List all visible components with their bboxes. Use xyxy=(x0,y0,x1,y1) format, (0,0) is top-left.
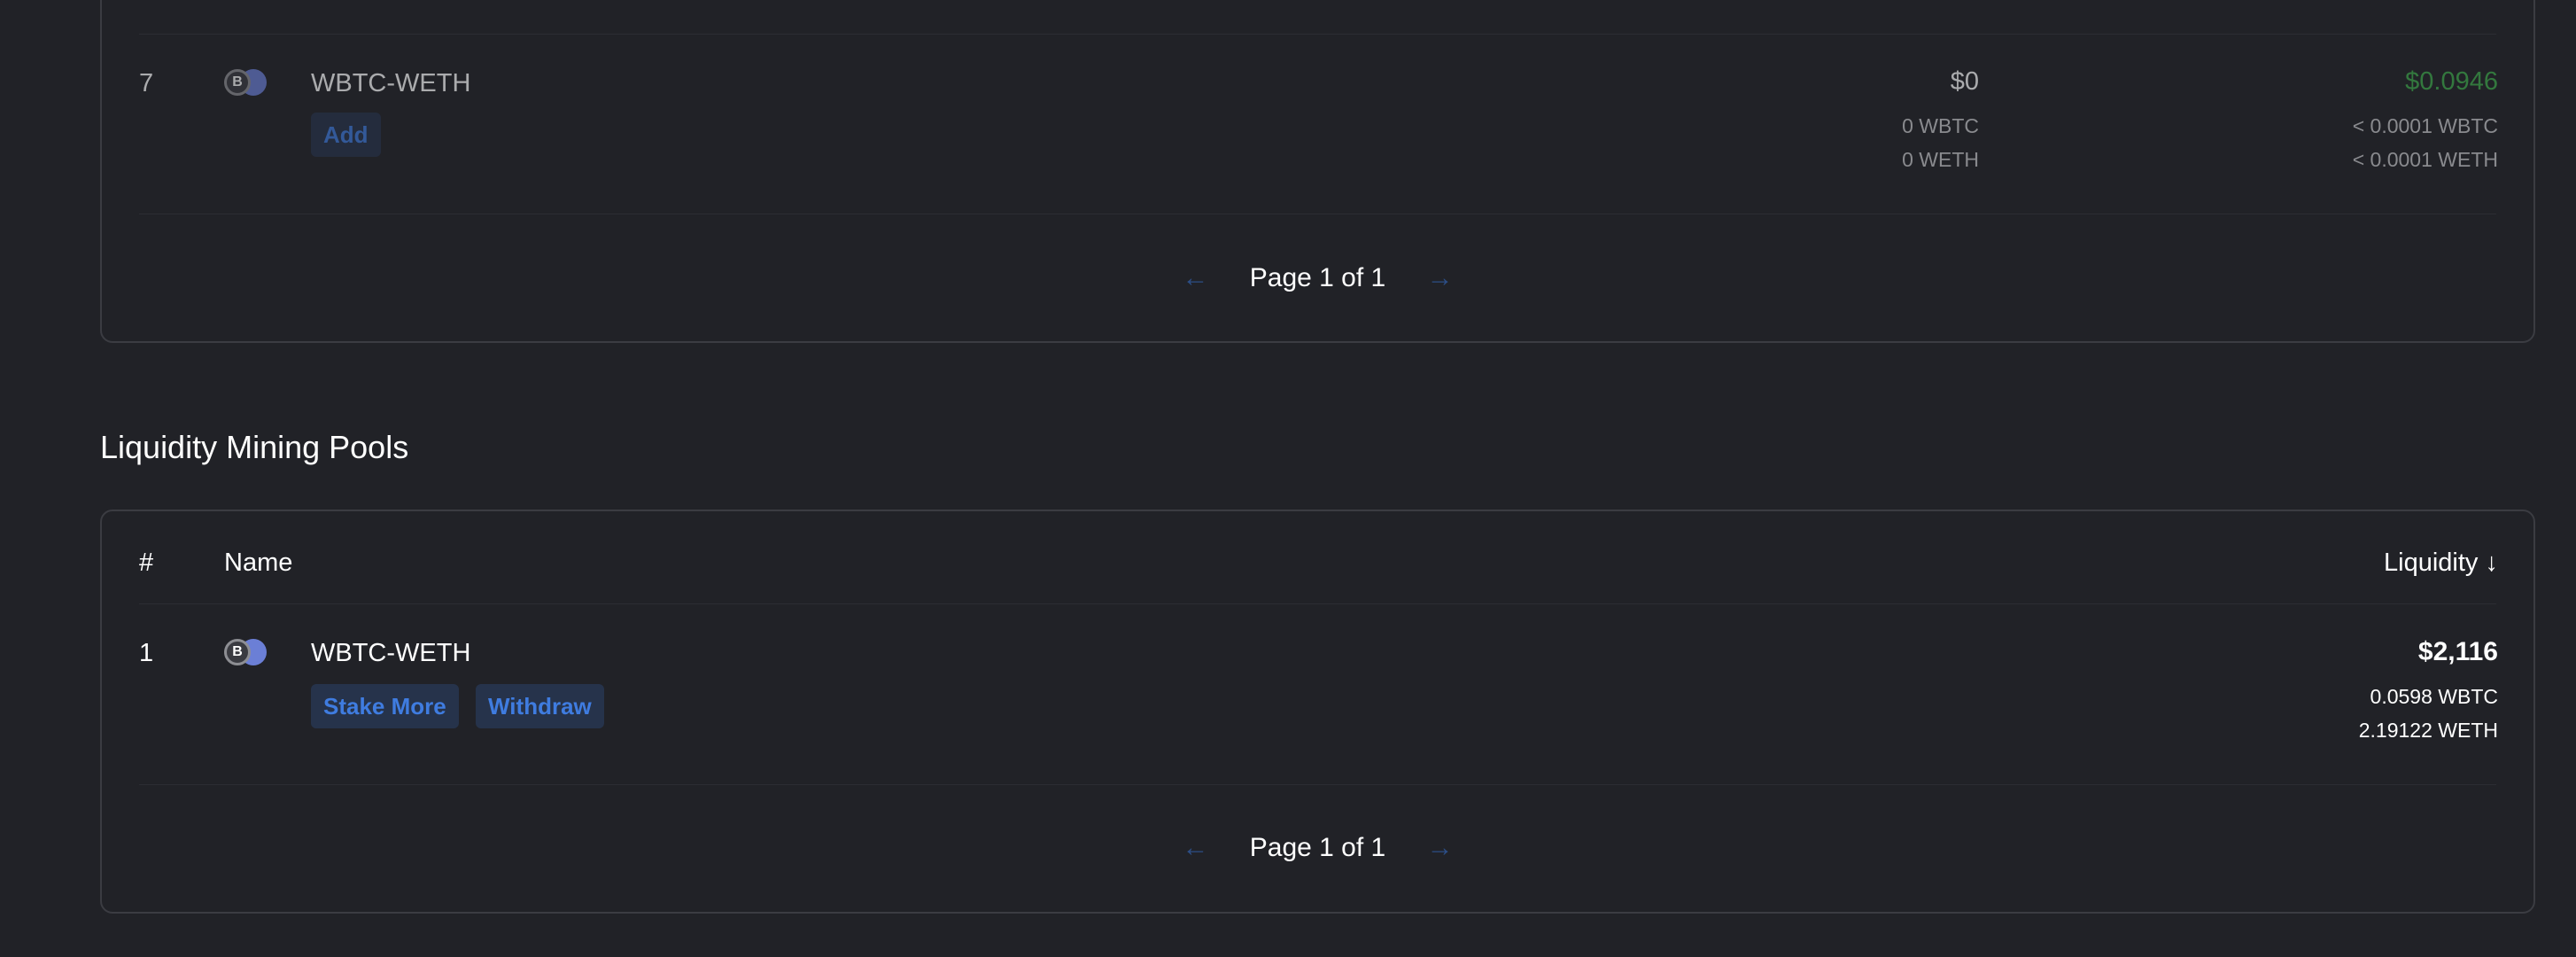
liquidity-column: $2,116 0.0598 WBTC 2.19122 WETH xyxy=(2359,637,2498,743)
wbtc-coin-icon: B xyxy=(224,69,251,96)
pools-table-card: 7 B WBTC-WETH Add $0 0 WBTC 0 WETH $0.09… xyxy=(100,0,2535,343)
withdraw-button[interactable]: Withdraw xyxy=(476,684,604,728)
value-column: $0 0 WBTC 0 WETH xyxy=(1902,67,1979,172)
page: 7 B WBTC-WETH Add $0 0 WBTC 0 WETH $0.09… xyxy=(0,0,2576,957)
value-token-a: 0 WBTC xyxy=(1902,114,1979,137)
pagination: ← Page 1 of 1 → xyxy=(102,832,2533,863)
row-divider xyxy=(139,784,2496,785)
pair-icon: B xyxy=(224,639,270,667)
arrow-left-icon[interactable]: ← xyxy=(1182,263,1208,293)
row-rank: 7 xyxy=(139,69,154,97)
add-button[interactable]: Add xyxy=(311,113,381,157)
row-divider xyxy=(139,34,2496,35)
page-indicator: Page 1 of 1 xyxy=(1249,833,1386,863)
liquidity-amount: $2,116 xyxy=(2417,637,2498,666)
arrow-left-icon[interactable]: ← xyxy=(1182,833,1208,863)
pagination: ← Page 1 of 1 → xyxy=(102,262,2533,293)
stake-more-button[interactable]: Stake More xyxy=(311,684,459,728)
mining-pools-card: # Name Liquidity ↓ 1 B WBTC-WETH Stake M… xyxy=(100,510,2535,914)
pair-icon: B xyxy=(224,69,270,97)
header-rank: # xyxy=(139,549,154,577)
header-liquidity-sort[interactable]: Liquidity ↓ xyxy=(2384,549,2498,578)
fees-amount: $0.0946 xyxy=(2405,67,2498,96)
value-amount: $0 xyxy=(1950,67,1979,96)
fees-column: $0.0946 < 0.0001 WBTC < 0.0001 WETH xyxy=(2353,67,2498,172)
pair-name[interactable]: WBTC-WETH xyxy=(311,639,470,668)
liquidity-token-a: 0.0598 WBTC xyxy=(2370,685,2498,708)
pair-name[interactable]: WBTC-WETH xyxy=(311,69,470,98)
page-indicator: Page 1 of 1 xyxy=(1249,263,1386,293)
wbtc-coin-icon: B xyxy=(224,639,251,665)
fees-token-a: < 0.0001 WBTC xyxy=(2352,114,2498,137)
value-token-b: 0 WETH xyxy=(1902,148,1979,171)
fees-token-b: < 0.0001 WETH xyxy=(2352,148,2498,171)
section-title: Liquidity Mining Pools xyxy=(100,429,409,465)
arrow-right-icon[interactable]: → xyxy=(1427,833,1454,863)
row-rank: 1 xyxy=(139,639,154,667)
header-name: Name xyxy=(224,549,293,577)
arrow-right-icon[interactable]: → xyxy=(1427,263,1454,293)
row-divider xyxy=(139,603,2496,604)
liquidity-token-b: 2.19122 WETH xyxy=(2358,719,2498,742)
